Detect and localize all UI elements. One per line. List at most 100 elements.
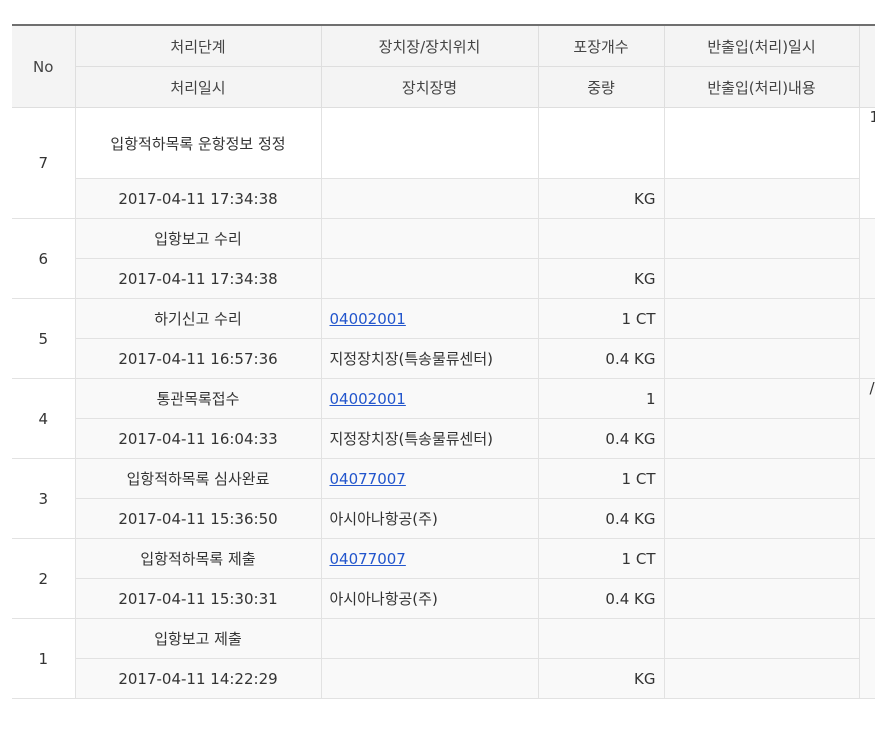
inout-content xyxy=(664,498,860,539)
extra-cell xyxy=(859,298,875,379)
processing-datetime: 2017-04-11 15:36:50 xyxy=(75,498,322,539)
package-count xyxy=(538,618,665,659)
row-number: 2 xyxy=(12,538,76,619)
table-row: 7 입항적하목록 운항정보 정정 1 xyxy=(12,107,875,219)
processing-step: 입항보고 제출 xyxy=(75,618,322,659)
table-row: 6 입항보고 수리 xyxy=(12,218,875,299)
location-name xyxy=(321,658,539,699)
header-step: 처리단계 xyxy=(75,24,322,67)
header-datetime: 처리일시 xyxy=(75,66,322,108)
extra-cell xyxy=(859,618,875,699)
processing-history-table: No 처리단계 장치장/장치위치 포장개수 반출입(처리)일시 처리일시 장치장… xyxy=(12,24,875,699)
table-row: 2 입항적하목록 제출 04077007 1 CT xyxy=(12,538,875,619)
package-count xyxy=(538,107,665,179)
processing-datetime: 2017-04-11 17:34:38 xyxy=(75,258,322,299)
extra-cell xyxy=(859,538,875,619)
table-row-detail: 2017-04-11 14:22:29 KG xyxy=(12,658,875,699)
weight: 0.4 KG xyxy=(538,338,665,379)
processing-datetime: 2017-04-11 15:30:31 xyxy=(75,578,322,619)
inout-datetime xyxy=(664,107,860,179)
row-number: 6 xyxy=(12,218,76,299)
row-number: 1 xyxy=(12,618,76,699)
location-code: 04002001 xyxy=(321,298,539,339)
location-code-link[interactable]: 04077007 xyxy=(330,550,406,568)
processing-step: 통관목록접수 xyxy=(75,378,322,419)
inout-datetime xyxy=(664,218,860,259)
inout-datetime xyxy=(664,378,860,419)
inout-content xyxy=(664,418,860,459)
location-name xyxy=(321,258,539,299)
header-location-name: 장치장명 xyxy=(321,66,539,108)
location-code: 04002001 xyxy=(321,378,539,419)
table-row: 4 통관목록접수 04002001 1 / xyxy=(12,378,875,459)
location-name: 아시아나항공(주) xyxy=(321,578,539,619)
location-code xyxy=(321,618,539,659)
processing-datetime: 2017-04-11 17:34:38 xyxy=(75,178,322,219)
location-code xyxy=(321,218,539,259)
processing-step: 입항적하목록 운항정보 정정 xyxy=(75,107,322,179)
header-packages: 포장개수 xyxy=(538,24,665,67)
location-name xyxy=(321,178,539,219)
extra-cell xyxy=(859,218,875,299)
processing-datetime: 2017-04-11 16:04:33 xyxy=(75,418,322,459)
extra-cell: 1 xyxy=(859,107,875,219)
table-header: No 처리단계 장치장/장치위치 포장개수 반출입(처리)일시 처리일시 장치장… xyxy=(12,24,875,108)
header-inout-datetime: 반출입(처리)일시 xyxy=(664,24,860,67)
inout-datetime xyxy=(664,298,860,339)
table-row-detail: 2017-04-11 17:34:38 KG xyxy=(12,258,875,299)
location-name: 지정장치장(특송물류센터) xyxy=(321,338,539,379)
row-number: 7 xyxy=(12,107,76,219)
location-code-link[interactable]: 04002001 xyxy=(330,310,406,328)
header-inout-content: 반출입(처리)내용 xyxy=(664,66,860,108)
location-name: 아시아나항공(주) xyxy=(321,498,539,539)
extra-cell: / xyxy=(859,378,875,459)
location-code-link[interactable]: 04077007 xyxy=(330,470,406,488)
processing-datetime: 2017-04-11 16:57:36 xyxy=(75,338,322,379)
header-no: No xyxy=(12,24,76,108)
inout-content xyxy=(664,658,860,699)
inout-content xyxy=(664,178,860,219)
table-row-detail: 2017-04-11 15:36:50 아시아나항공(주) 0.4 KG xyxy=(12,498,875,539)
table-row-detail: 2017-04-11 17:34:38 KG xyxy=(12,178,875,219)
row-number: 5 xyxy=(12,298,76,379)
package-count xyxy=(538,218,665,259)
table-row: 5 하기신고 수리 04002001 1 CT xyxy=(12,298,875,379)
package-count: 1 CT xyxy=(538,298,665,339)
weight: 0.4 KG xyxy=(538,498,665,539)
history-table-container: No 처리단계 장치장/장치위치 포장개수 반출입(처리)일시 처리일시 장치장… xyxy=(12,24,875,699)
header-weight: 중량 xyxy=(538,66,665,108)
processing-datetime: 2017-04-11 14:22:29 xyxy=(75,658,322,699)
inout-content xyxy=(664,338,860,379)
location-code-link[interactable]: 04002001 xyxy=(330,390,406,408)
processing-step: 입항보고 수리 xyxy=(75,218,322,259)
processing-step: 입항적하목록 제출 xyxy=(75,538,322,579)
weight: KG xyxy=(538,178,665,219)
weight: KG xyxy=(538,258,665,299)
location-code: 04077007 xyxy=(321,538,539,579)
processing-step: 입항적하목록 심사완료 xyxy=(75,458,322,499)
inout-content xyxy=(664,578,860,619)
inout-datetime xyxy=(664,458,860,499)
header-location: 장치장/장치위치 xyxy=(321,24,539,67)
processing-step: 하기신고 수리 xyxy=(75,298,322,339)
package-count: 1 CT xyxy=(538,538,665,579)
weight: KG xyxy=(538,658,665,699)
table-row: 3 입항적하목록 심사완료 04077007 1 CT xyxy=(12,458,875,539)
inout-content xyxy=(664,258,860,299)
header-extra xyxy=(859,24,875,108)
weight: 0.4 KG xyxy=(538,418,665,459)
inout-datetime xyxy=(664,618,860,659)
table-body: 7 입항적하목록 운항정보 정정 1 2017-04-11 17:34:38 K… xyxy=(12,107,875,699)
table-row-detail: 2017-04-11 15:30:31 아시아나항공(주) 0.4 KG xyxy=(12,578,875,619)
package-count: 1 CT xyxy=(538,458,665,499)
inout-datetime xyxy=(664,538,860,579)
location-code xyxy=(321,107,539,179)
extra-cell xyxy=(859,458,875,539)
weight: 0.4 KG xyxy=(538,578,665,619)
table-row-detail: 2017-04-11 16:57:36 지정장치장(특송물류센터) 0.4 KG xyxy=(12,338,875,379)
table-row: 1 입항보고 제출 xyxy=(12,618,875,699)
row-number: 4 xyxy=(12,378,76,459)
package-count: 1 xyxy=(538,378,665,419)
location-code: 04077007 xyxy=(321,458,539,499)
table-row-detail: 2017-04-11 16:04:33 지정장치장(특송물류센터) 0.4 KG xyxy=(12,418,875,459)
